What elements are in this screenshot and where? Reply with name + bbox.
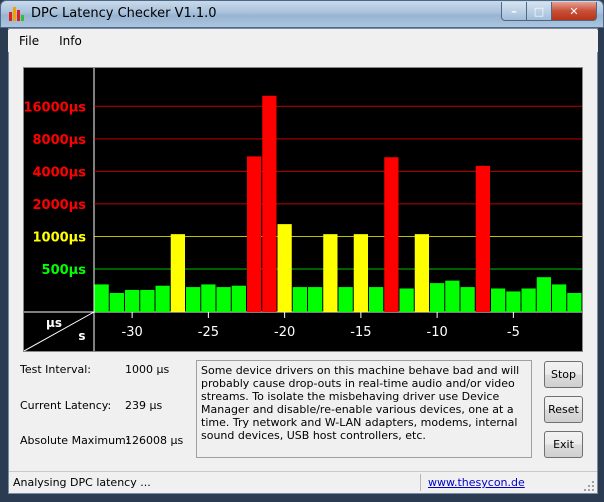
y-tick-label: 8000µs — [33, 133, 87, 148]
status-text: Analysing DPC latency ... — [13, 476, 151, 489]
x-tick-label: -10 — [427, 325, 448, 340]
latency-bar — [491, 288, 506, 312]
test-interval-value: 1000 µs — [125, 363, 170, 376]
latency-bar — [292, 287, 307, 312]
current-latency-label: Current Latency: — [20, 399, 112, 412]
latency-bar — [186, 287, 201, 312]
title-bar[interactable]: DPC Latency Checker V1.1.0 – □ ✕ — [0, 0, 604, 28]
resize-grip-icon[interactable] — [583, 480, 595, 492]
latency-bar — [552, 284, 567, 312]
latency-bar — [155, 285, 170, 312]
y-tick-label: 16000µs — [24, 100, 86, 115]
message-box: Some device drivers on this machine beha… — [196, 360, 532, 458]
latency-bar — [170, 234, 185, 312]
y-tick-label: 2000µs — [33, 198, 87, 213]
current-latency-value: 239 µs — [125, 399, 163, 412]
latency-bar — [338, 287, 353, 312]
stop-button[interactable]: Stop — [544, 361, 583, 388]
latency-bar — [308, 287, 323, 312]
y-tick-label: 4000µs — [33, 165, 87, 180]
y-unit-label: µs — [46, 316, 62, 330]
latency-bar — [125, 289, 140, 312]
app-window: DPC Latency Checker V1.1.0 – □ ✕ File In… — [0, 0, 604, 502]
x-tick-label: -5 — [507, 325, 520, 340]
latency-bar — [384, 157, 399, 312]
x-tick-label: -15 — [350, 325, 371, 340]
reset-button[interactable]: Reset — [544, 396, 583, 423]
x-tick-label: -25 — [198, 325, 219, 340]
latency-bar — [216, 287, 231, 312]
latency-bar — [506, 291, 521, 312]
latency-bar — [353, 234, 368, 312]
latency-bar — [475, 165, 490, 312]
latency-bar — [277, 224, 292, 312]
status-separator — [420, 474, 421, 491]
window-title: DPC Latency Checker V1.1.0 — [31, 6, 217, 21]
latency-bar — [231, 285, 246, 312]
test-interval-label: Test Interval: — [20, 363, 91, 376]
absolute-maximum-value: 126008 µs — [125, 434, 184, 447]
latency-bar — [201, 284, 216, 312]
latency-bar — [567, 292, 582, 312]
app-bars-icon — [9, 7, 25, 21]
latency-bar — [247, 156, 262, 312]
y-tick-label: 500µs — [42, 263, 87, 278]
latency-bar — [445, 280, 460, 312]
latency-bar — [140, 289, 155, 312]
maximize-button[interactable]: □ — [526, 2, 552, 21]
latency-bar — [369, 287, 384, 312]
menu-bar: File Info — [8, 30, 598, 52]
latency-bar — [521, 288, 536, 312]
latency-bar — [414, 234, 429, 312]
x-tick-label: -30 — [122, 325, 143, 340]
latency-bar — [109, 292, 124, 312]
menu-file[interactable]: File — [8, 30, 48, 52]
latency-bar — [262, 95, 277, 312]
y-tick-label: 1000µs — [33, 230, 87, 245]
latency-bar — [323, 234, 338, 312]
x-tick-label: -20 — [274, 325, 295, 340]
status-bar: Analysing DPC latency ... www.thesycon.d… — [9, 471, 597, 493]
latency-bar — [94, 284, 109, 312]
exit-button[interactable]: Exit — [544, 431, 583, 458]
absolute-maximum-label: Absolute Maximum: — [20, 434, 130, 447]
latency-bar — [399, 288, 414, 312]
website-link[interactable]: www.thesycon.de — [428, 476, 525, 489]
latency-bar — [460, 287, 475, 312]
latency-bar — [430, 283, 445, 312]
latency-bar — [536, 277, 551, 312]
latency-chart: 16000µs 8000µs 4000µs 2000µs 1000µs 500µs -30 -… — [23, 67, 583, 352]
close-button[interactable]: ✕ — [551, 2, 597, 21]
minimize-button[interactable]: – — [501, 2, 527, 21]
menu-info[interactable]: Info — [48, 30, 91, 52]
latency-chart-svg: 16000µs 8000µs 4000µs 2000µs 1000µs 500µs -30 -… — [24, 68, 582, 351]
x-unit-label: s — [78, 329, 85, 343]
